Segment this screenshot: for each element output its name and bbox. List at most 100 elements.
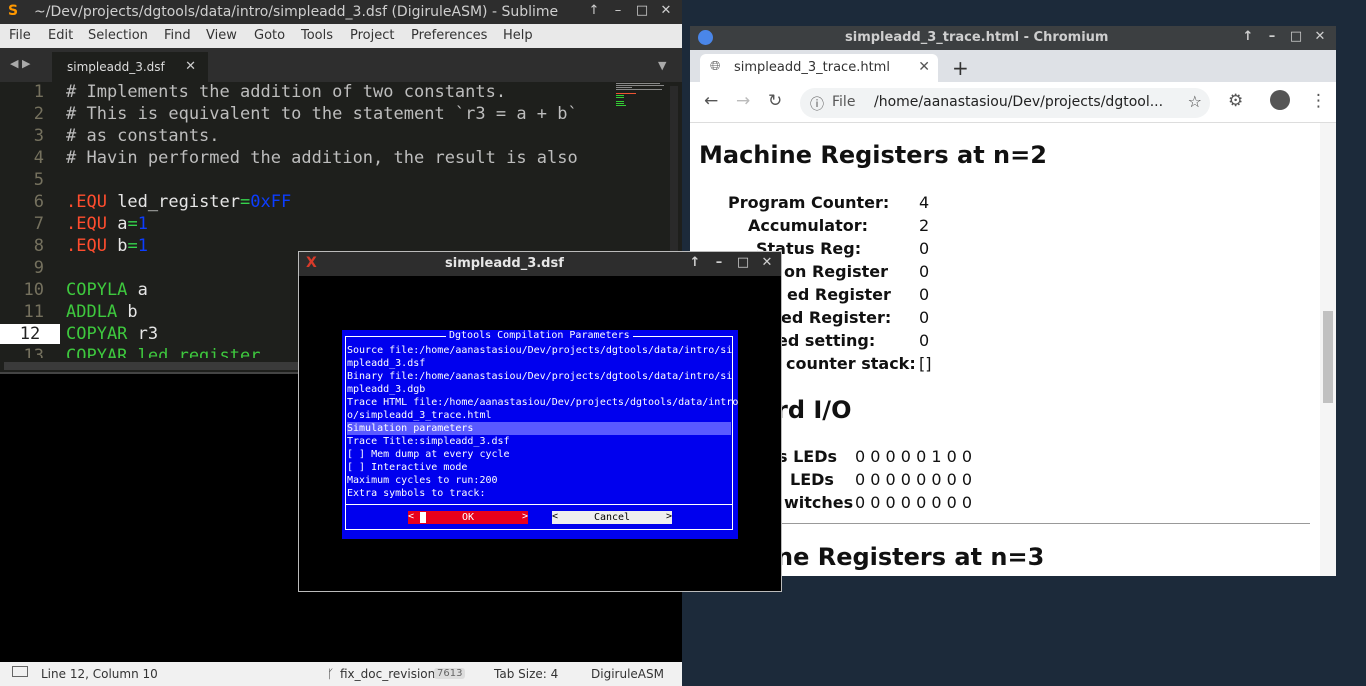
symbol-name: a [106, 214, 128, 234]
directive: .EQU [66, 236, 107, 256]
trace-html-field-cont[interactable]: o/simpleadd_3_trace.html [347, 409, 492, 422]
operator: = [127, 236, 138, 256]
minimap[interactable] [616, 82, 666, 122]
maximize-icon[interactable]: □ [735, 255, 751, 271]
line-number: 4 [33, 148, 44, 168]
back-icon[interactable]: ← [704, 91, 718, 111]
address-bar[interactable]: ⓘ File /home/aanastasiou/Dev/projects/dg… [800, 88, 1210, 118]
register-value: 0 [919, 308, 930, 327]
menu-find[interactable]: Find [164, 28, 191, 43]
number-literal: 1 [137, 214, 148, 234]
sublime-statusbar: Line 12, Column 10 ᚴ fix_doc_revision 76… [0, 662, 682, 686]
chromium-window-title: simpleadd_3_trace.html - Chromium [845, 30, 1109, 45]
menu-goto[interactable]: Goto [254, 28, 285, 43]
url-text[interactable]: /home/aanastasiou/Dev/projects/dgtool... [874, 94, 1163, 110]
url-scheme: File [832, 94, 856, 110]
menu-edit[interactable]: Edit [48, 28, 73, 43]
info-icon[interactable]: ⓘ [810, 94, 824, 114]
trace-title-field[interactable]: Trace Title:simpleadd_3.dsf [347, 435, 510, 448]
register-label: Program Counter: [728, 193, 890, 212]
new-tab-icon[interactable]: + [952, 56, 969, 80]
minimize-icon[interactable]: – [711, 255, 727, 271]
terminal-x-icon: X [306, 255, 317, 271]
panel-toggle-icon[interactable] [12, 666, 28, 677]
code-line-4: # Havin performed the addition, the resu… [66, 148, 578, 168]
instruction: ADDLA [66, 302, 118, 322]
tab-close-icon[interactable]: ✕ [185, 59, 196, 74]
io-value: 0 0 0 0 0 1 0 0 [855, 447, 973, 466]
maximize-up-icon[interactable]: ↑ [687, 255, 703, 271]
source-file-field[interactable]: Source file:/home/aanastasiou/Dev/projec… [347, 344, 732, 357]
binary-file-field[interactable]: Binary file:/home/aanastasiou/Dev/projec… [347, 370, 732, 383]
tab-close-icon[interactable]: ✕ [918, 59, 930, 75]
mem-dump-checkbox[interactable]: [ ] Mem dump at every cycle [347, 448, 510, 461]
code-line-11: ADDLA b [66, 302, 138, 322]
close-icon[interactable]: ✕ [1312, 29, 1328, 45]
section-heading: Machine Registers at n=2 [699, 141, 1047, 169]
minimize-icon[interactable]: – [610, 3, 626, 19]
binary-file-field-cont[interactable]: mpleadd_3.dgb [347, 383, 425, 396]
menu-file[interactable]: File [9, 28, 31, 43]
directive: .EQU [66, 192, 107, 212]
code-line-3: # as constants. [66, 126, 220, 146]
io-value: 0 0 0 0 0 0 0 0 [855, 470, 973, 489]
ok-button[interactable]: < OK > [408, 511, 528, 524]
button-separator [345, 504, 733, 505]
trace-html-field[interactable]: Trace HTML file:/home/aanastasiou/Dev/pr… [347, 396, 738, 409]
max-cycles-field[interactable]: Maximum cycles to run:200 [347, 474, 498, 487]
section-heading: rd I/O [776, 396, 852, 424]
minimize-icon[interactable]: – [1264, 29, 1280, 45]
code-line-1: # Implements the addition of two constan… [66, 82, 507, 102]
branch-count-badge: 7613 [434, 668, 466, 679]
editor-tab[interactable]: simpleadd_3.dsf ✕ [52, 52, 208, 82]
line-number: 11 [23, 302, 44, 322]
dialog-window-title: simpleadd_3.dsf [445, 256, 564, 271]
extra-symbols-field[interactable]: Extra symbols to track: [347, 487, 485, 500]
maximize-icon[interactable]: □ [1288, 29, 1304, 45]
source-file-field-cont[interactable]: mpleadd_3.dsf [347, 357, 425, 370]
menu-project[interactable]: Project [350, 28, 394, 43]
line-number: 8 [33, 236, 44, 256]
bookmark-star-icon[interactable]: ☆ [1188, 92, 1202, 111]
browser-tab[interactable]: 🌐︎ simpleadd_3_trace.html ✕ [700, 54, 938, 82]
git-branch[interactable]: fix_doc_revision [340, 667, 435, 681]
register-label: on Register [784, 262, 888, 281]
maximize-up-icon[interactable]: ↑ [586, 3, 602, 19]
tab-size[interactable]: Tab Size: 4 [494, 667, 558, 681]
line-number: 13 [23, 346, 44, 358]
menu-selection[interactable]: Selection [88, 28, 148, 43]
register-label: ed Register [787, 285, 891, 304]
sublime-titlebar: S ~/Dev/projects/dgtools/data/intro/simp… [0, 0, 682, 24]
line-number: 10 [23, 280, 44, 300]
syntax-name[interactable]: DigiruleASM [591, 667, 664, 681]
menu-view[interactable]: View [206, 28, 237, 43]
menu-help[interactable]: Help [503, 28, 533, 43]
close-icon[interactable]: ✕ [658, 3, 674, 19]
line-gutter: 1 2 3 4 5 6 7 8 9 10 11 12 13 [0, 82, 60, 358]
profile-avatar[interactable] [1270, 90, 1290, 110]
scrollbar-thumb[interactable] [1323, 311, 1333, 403]
register-value: [] [919, 354, 932, 373]
maximize-icon[interactable]: □ [634, 3, 650, 19]
extension-icon[interactable]: ⚙ [1228, 91, 1243, 111]
reload-icon[interactable]: ↻ [768, 91, 782, 111]
interactive-mode-checkbox[interactable]: [ ] Interactive mode [347, 461, 467, 474]
register-value: 2 [919, 216, 930, 235]
tab-dropdown-icon[interactable]: ▼ [658, 59, 666, 72]
cancel-button[interactable]: < Cancel > [552, 511, 672, 524]
forward-icon[interactable]: → [736, 91, 750, 111]
line-number: 6 [33, 192, 44, 212]
divider [700, 523, 1310, 524]
io-value: 0 0 0 0 0 0 0 0 [855, 493, 973, 512]
menu-preferences[interactable]: Preferences [411, 28, 487, 43]
close-icon[interactable]: ✕ [759, 255, 775, 271]
menu-icon[interactable]: ⋮ [1310, 91, 1327, 111]
chromium-window: simpleadd_3_trace.html - Chromium ↑ – □ … [690, 26, 1336, 576]
tab-nav-arrows-icon[interactable]: ◀ ▶ [10, 57, 30, 70]
menu-tools[interactable]: Tools [301, 28, 333, 43]
code-line-13: COPYAR led_register [66, 346, 261, 358]
register-label: counter stack: [786, 354, 916, 373]
git-branch-icon: ᚴ [327, 667, 335, 681]
instruction: COPYAR [66, 324, 128, 344]
maximize-up-icon[interactable]: ↑ [1240, 29, 1256, 45]
